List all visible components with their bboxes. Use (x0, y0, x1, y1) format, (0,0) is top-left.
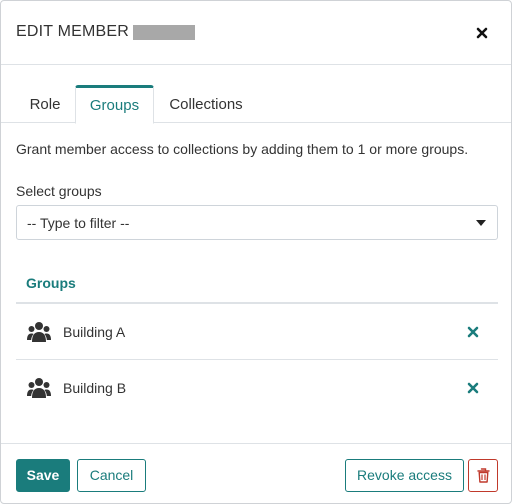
users-icon (27, 322, 51, 342)
revoke-access-button[interactable]: Revoke access (345, 459, 464, 492)
close-icon (476, 27, 488, 39)
dialog-title: EDIT MEMBER (16, 23, 130, 40)
group-row: Building A (16, 304, 498, 360)
close-button[interactable] (473, 24, 491, 42)
group-select-dropdown[interactable]: -- Type to filter -- (16, 205, 498, 240)
remove-icon[interactable] (467, 382, 479, 394)
group-name: Building A (63, 324, 126, 340)
dialog-title-wrap: EDIT MEMBER (16, 23, 196, 41)
intro-text: Grant member access to collections by ad… (16, 141, 469, 157)
tab-collections[interactable]: Collections (156, 85, 256, 123)
tab-groups[interactable]: Groups (75, 85, 154, 124)
group-select-placeholder: -- Type to filter -- (27, 215, 130, 231)
caret-down-icon (476, 220, 486, 226)
remove-icon[interactable] (467, 326, 479, 338)
groups-column-header: Groups (26, 275, 76, 291)
select-groups-label: Select groups (16, 183, 102, 199)
trash-icon (477, 468, 490, 483)
save-button[interactable]: Save (16, 459, 70, 492)
cancel-button[interactable]: Cancel (77, 459, 146, 492)
group-row: Building B (16, 360, 498, 416)
users-icon (27, 378, 51, 398)
group-name: Building B (63, 380, 127, 396)
dialog-footer: Save Cancel Revoke access (1, 443, 511, 503)
delete-button[interactable] (468, 459, 498, 492)
tab-role[interactable]: Role (16, 85, 74, 123)
dialog-header: EDIT MEMBER (1, 1, 511, 65)
tab-bar: Role Groups Collections (1, 65, 511, 124)
groups-table-header: Groups (16, 263, 498, 304)
edit-member-dialog: EDIT MEMBER Role Groups Collections Gran… (0, 0, 512, 504)
redacted-member-name (133, 24, 196, 40)
